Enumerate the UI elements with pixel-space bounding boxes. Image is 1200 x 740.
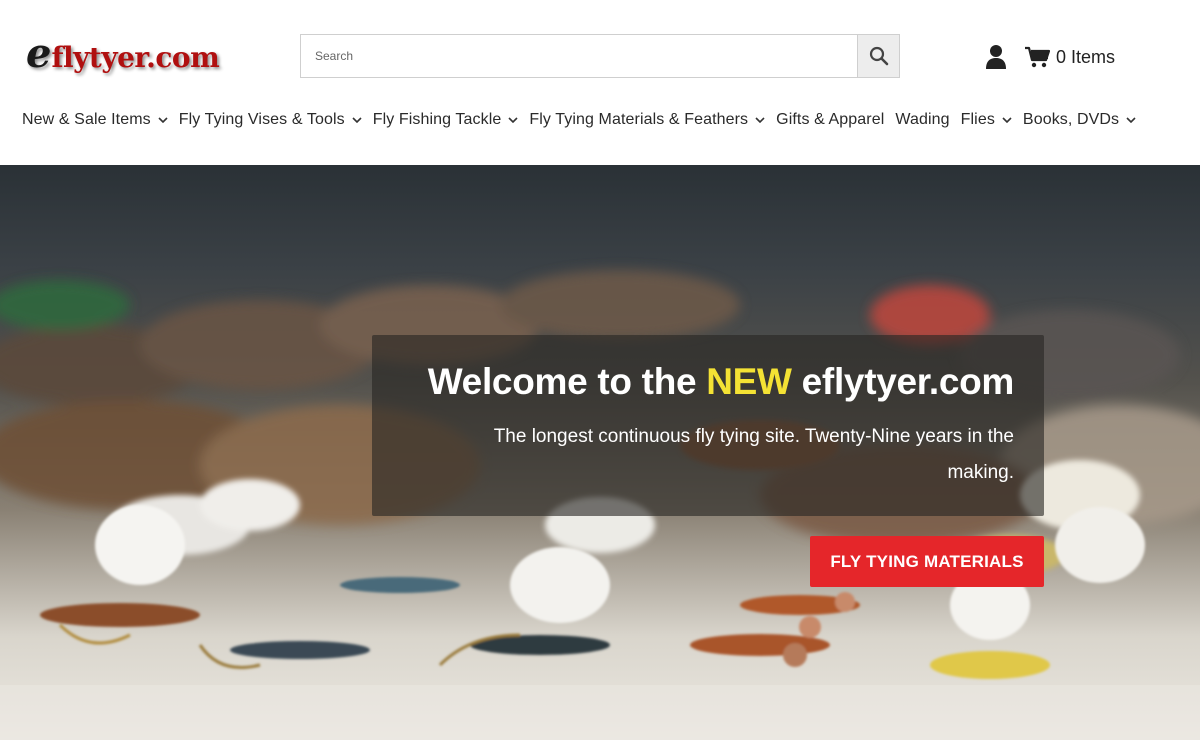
search-button[interactable] [857, 35, 899, 77]
fly-tying-materials-button[interactable]: FLY TYING MATERIALS [810, 536, 1044, 587]
site-logo[interactable]: e flytyer.com [26, 30, 220, 77]
welcome-title-suffix: eflytyer.com [791, 361, 1015, 402]
chevron-down-icon [755, 117, 765, 123]
nav-item-label: Books, DVDs [1022, 111, 1120, 128]
nav-item-vises-tools[interactable]: Fly Tying Vises & Tools [179, 111, 362, 129]
welcome-title-highlight: NEW [706, 361, 792, 402]
nav-item-label: Fly Tying Vises & Tools [178, 111, 345, 128]
chevron-down-icon [1126, 117, 1136, 123]
hero-banner: Welcome to the NEW eflytyer.com The long… [0, 165, 1200, 740]
nav-item-label: New & Sale Items [22, 111, 151, 128]
nav-item-new-sale[interactable]: New & Sale Items [22, 111, 168, 129]
search-bar [300, 34, 900, 78]
cart-label: 0 Items [1056, 46, 1116, 67]
nav-item-label: Fly Fishing Tackle [372, 111, 502, 128]
main-nav: New & Sale Items Fly Tying Vises & Tools… [22, 106, 1147, 134]
site-header: e flytyer.com 0 Items New & Sale Items [0, 0, 1200, 165]
search-icon [869, 46, 888, 66]
welcome-overlay: Welcome to the NEW eflytyer.com The long… [372, 335, 1044, 516]
nav-item-wading[interactable]: Wading [895, 111, 949, 129]
chevron-down-icon [158, 117, 168, 123]
nav-item-flies[interactable]: Flies [961, 111, 1012, 129]
welcome-subtitle: The longest continuous fly tying site. T… [493, 426, 1014, 483]
chevron-down-icon [508, 117, 518, 123]
chevron-down-icon [352, 117, 362, 123]
cart-button[interactable]: 0 Items [1024, 42, 1115, 72]
nav-item-gifts-apparel[interactable]: Gifts & Apparel [776, 111, 884, 129]
search-input[interactable] [301, 35, 857, 77]
nav-item-materials-feathers[interactable]: Fly Tying Materials & Feathers [529, 111, 765, 129]
nav-item-fishing-tackle[interactable]: Fly Fishing Tackle [373, 111, 519, 129]
account-button[interactable] [982, 42, 1010, 72]
nav-item-label: Flies [960, 111, 995, 128]
user-icon [986, 45, 1006, 69]
welcome-title-prefix: Welcome to the [427, 361, 707, 402]
nav-item-label: Gifts & Apparel [776, 111, 885, 128]
nav-item-books-dvds[interactable]: Books, DVDs [1023, 111, 1136, 129]
nav-item-label: Fly Tying Materials & Feathers [529, 111, 749, 128]
welcome-title: Welcome to the NEW eflytyer.com [427, 361, 1015, 403]
nav-item-label: Wading [895, 111, 950, 128]
logo-text: flytyer.com [51, 41, 220, 74]
logo-initial: e [26, 30, 52, 77]
cart-icon [1025, 46, 1050, 68]
chevron-down-icon [1002, 117, 1012, 123]
